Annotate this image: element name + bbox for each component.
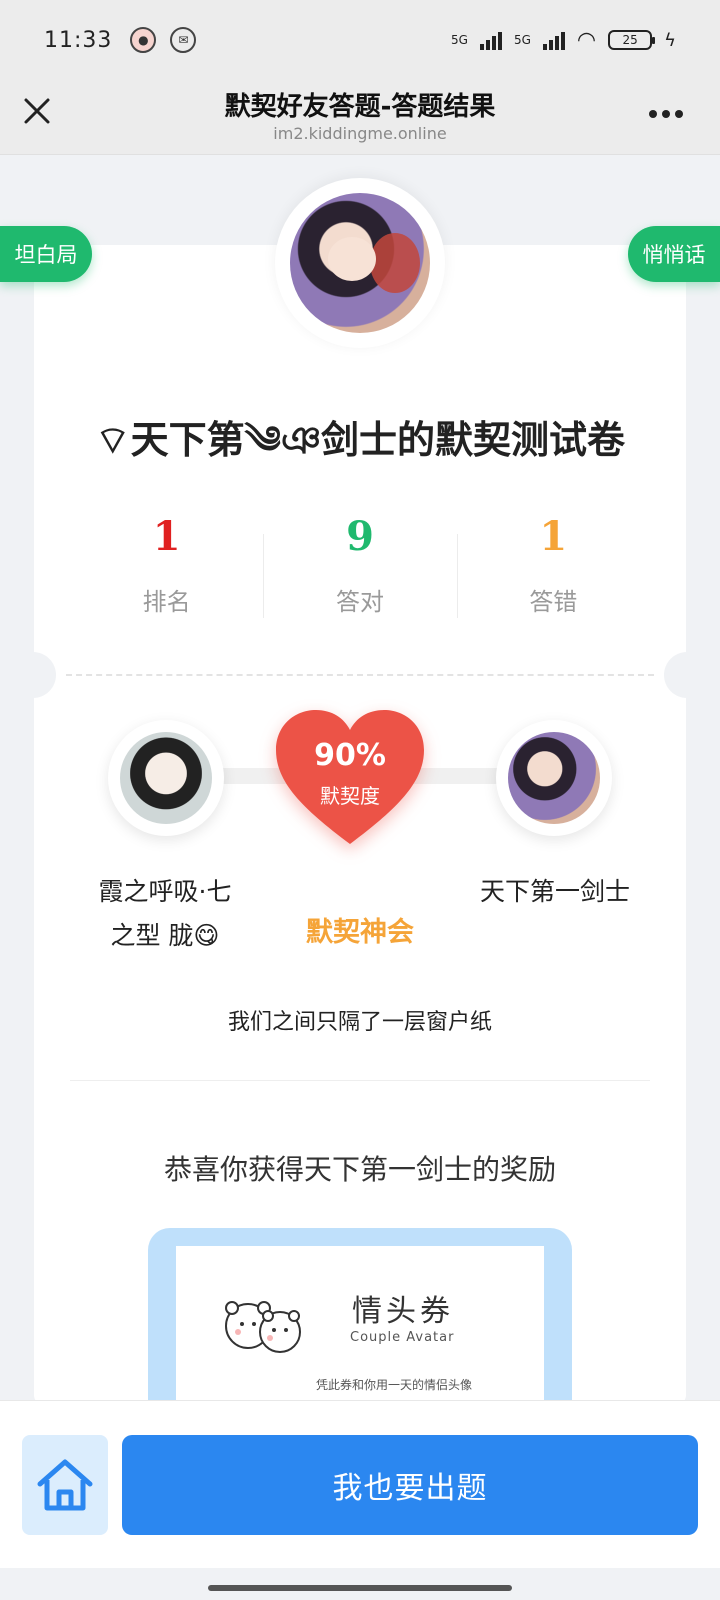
signal-icon-2 [542,30,565,50]
bottom-bar: 我也要出题 [0,1400,720,1568]
signal-icon [479,30,502,50]
match-percent: 90% [314,738,386,773]
friend-avatar-image [120,732,212,824]
stat-correct-label: 答对 [335,588,384,616]
stat-correct: 9 答对 [263,512,456,622]
notification-icons: ● ✉ [130,27,197,53]
coupon-note: 凭此券和你用一天的情侣头像 [316,1378,473,1392]
gesture-bar[interactable] [208,1585,512,1591]
signal-label-2: 5G [513,33,531,47]
home-button[interactable] [22,1435,108,1535]
ticket-divider [0,642,720,702]
charging-icon: ϟ [664,29,676,51]
author-avatar-image [290,193,430,333]
stat-wrong-label: 答错 [529,588,578,616]
section-divider [70,1080,650,1081]
battery-icon: 25 [608,30,656,50]
more-icon[interactable] [648,92,684,127]
app-notification-icon: ● [130,27,157,53]
match-heart: 90% 默契度 [272,708,428,848]
match-level: 默契神会 [306,917,414,948]
stats-row: 1 排名 9 答对 1 答错 [70,512,650,622]
signal-label-1: 5G [451,33,468,47]
stat-rank-value: 1 [152,513,181,560]
quiz-title: ⌔天下第༄ঞ剑士的默契测试卷 [94,418,626,462]
author-avatar-small-image [508,732,600,824]
friend-avatar [108,720,224,836]
coupon-subtitle: Couple Avatar [350,1330,455,1345]
ticket-notch-right [664,652,710,698]
home-icon [37,1459,93,1511]
tab-confession[interactable]: 坦白局 [0,226,92,282]
author-avatar [275,178,445,348]
nav-bar: 默契好友答题-答题结果 im2.kiddingme.online [0,80,720,155]
ticket-notch-left [10,652,56,698]
match-percent-label: 默契度 [320,784,380,808]
status-indicators: 5G 5G ◠ 25 ϟ [451,28,676,53]
stat-rank: 1 排名 [70,512,263,622]
status-time: 11:33 [44,27,113,53]
wechat-icon: ✉ [170,27,197,53]
stat-rank-label: 排名 [142,588,191,616]
reward-title: 恭喜你获得天下第一剑士的奖励 [163,1153,556,1186]
friend-name: 霞之呼吸·七之型 胧😋 [98,877,232,950]
page-url: im2.kiddingme.online [273,124,447,143]
heart-icon [276,710,424,844]
match-description: 我们之间只隔了一层窗户纸 [227,1010,492,1035]
stat-wrong-value: 1 [539,513,568,560]
coupon-title: 情头券 [352,1294,454,1329]
page-title: 默契好友答题-答题结果 [224,92,496,122]
match-pair: 90% 默契度 [34,710,686,870]
status-bar: 11:33 ● ✉ 5G 5G ◠ 25 ϟ [0,0,720,80]
author-avatar-small [496,720,612,836]
tab-whisper[interactable]: 悄悄话 [628,226,720,282]
create-quiz-button[interactable]: 我也要出题 [122,1435,698,1535]
bear-icon [225,1301,301,1353]
dashed-line [66,674,654,676]
stat-wrong: 1 答错 [456,512,650,622]
wifi-icon: ◠ [576,27,597,53]
author-name: 天下第一剑士 [480,877,631,906]
stat-correct-value: 9 [346,513,374,560]
